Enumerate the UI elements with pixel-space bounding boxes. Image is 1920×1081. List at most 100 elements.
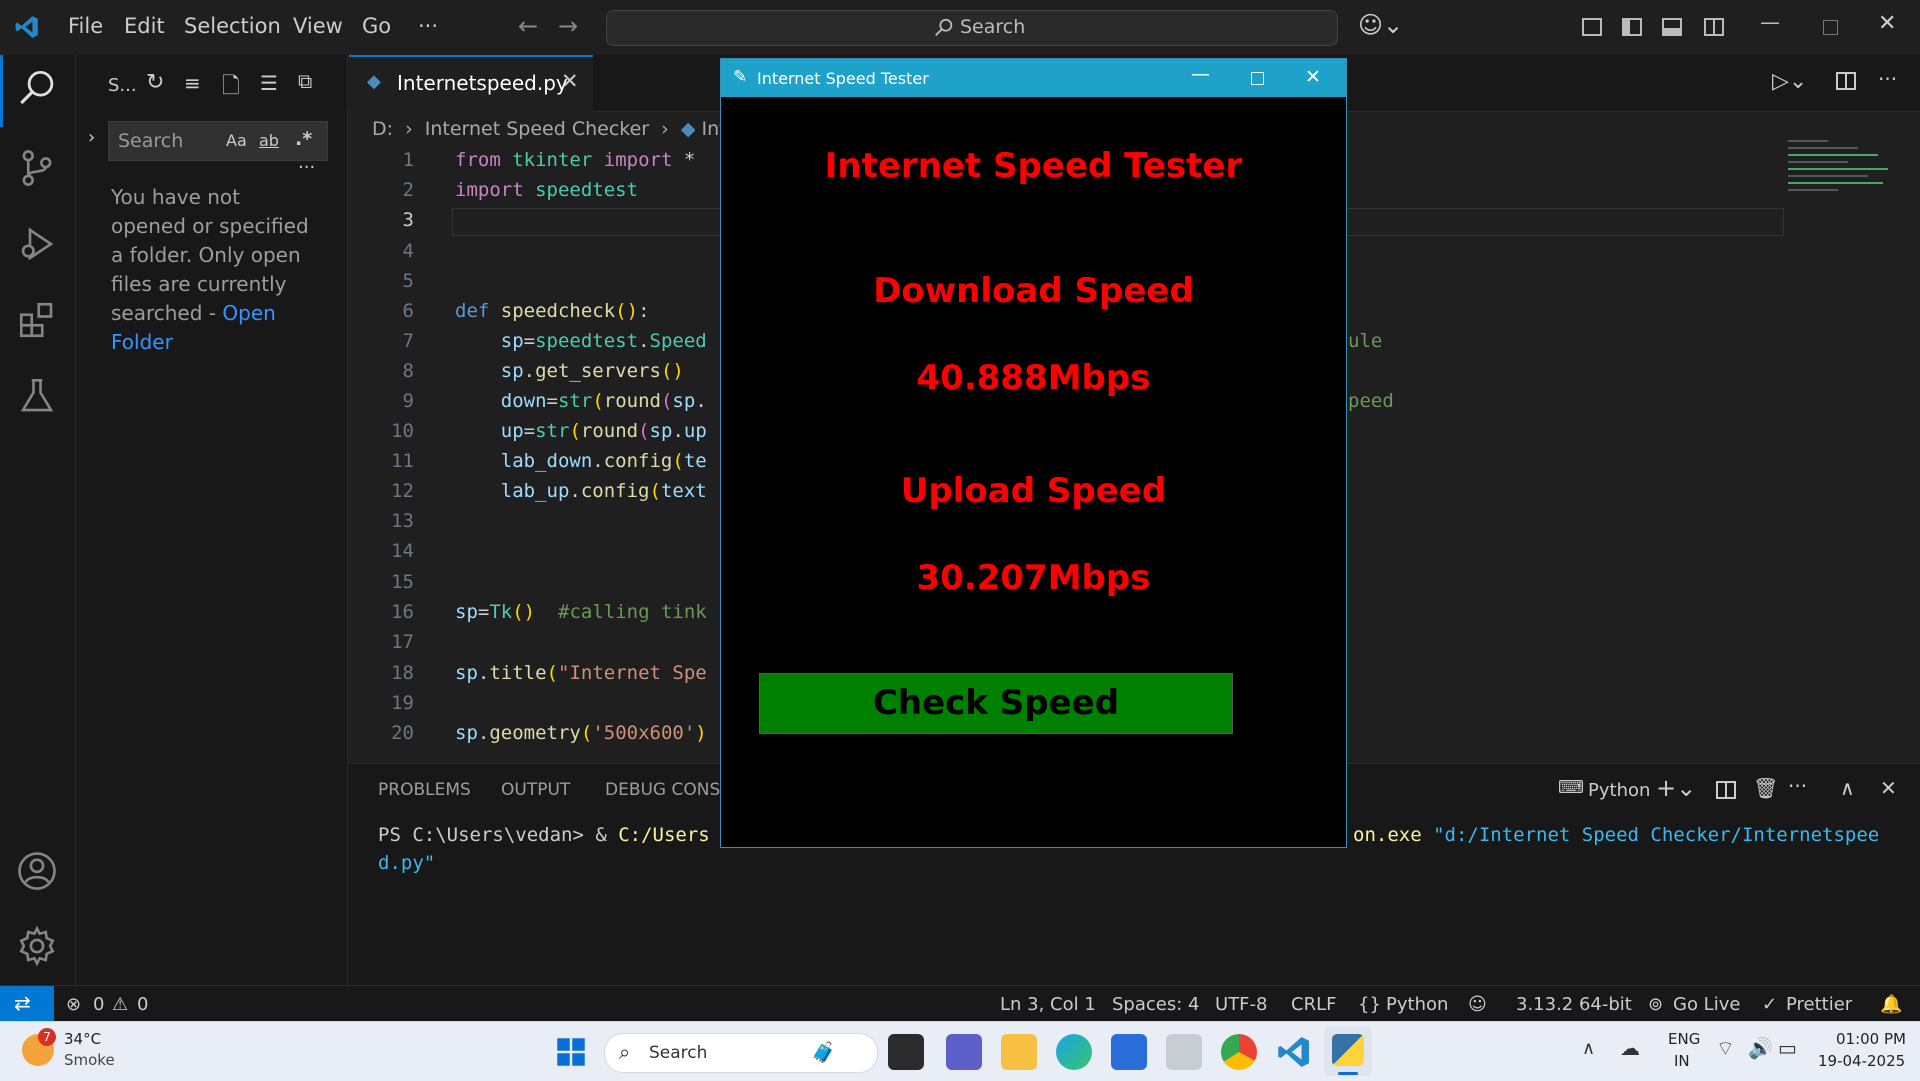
code-fragment-line7[interactable]: ule: [1348, 330, 1382, 352]
more-options-icon[interactable]: ···: [298, 157, 315, 178]
language-code[interactable]: ENG: [1668, 1030, 1700, 1048]
code-line-10[interactable]: up=str(round(sp.up: [455, 420, 707, 442]
toggle-replace-chevron-icon[interactable]: ›: [88, 127, 95, 148]
errors-icon[interactable]: ⊗: [66, 994, 81, 1015]
minimize-icon[interactable]: —: [1760, 10, 1780, 34]
code-line-18[interactable]: sp.title("Internet Spe: [455, 662, 707, 684]
code-line-12[interactable]: lab_up.config(text: [455, 480, 707, 502]
split-terminal-icon[interactable]: [1716, 781, 1736, 799]
code-line-9[interactable]: down=str(round(sp.: [455, 390, 707, 412]
forward-arrow-icon[interactable]: →: [558, 12, 578, 40]
tk-close-icon[interactable]: ✕: [1305, 66, 1321, 88]
use-regex-icon[interactable]: .*: [295, 128, 312, 150]
menu-file[interactable]: File: [68, 14, 103, 38]
source-control-icon[interactable]: [16, 147, 58, 189]
more-actions-icon[interactable]: ···: [1788, 774, 1807, 798]
search-view-icon[interactable]: [16, 68, 58, 110]
microsoft-store-icon[interactable]: [1111, 1034, 1147, 1070]
testing-flask-icon[interactable]: [16, 375, 58, 417]
code-line-20[interactable]: sp.geometry('500x600'): [455, 722, 707, 744]
warnings-icon[interactable]: ⚠: [112, 994, 128, 1015]
task-view-icon[interactable]: [888, 1034, 924, 1070]
panel-tab-debug-console[interactable]: DEBUG CONSO: [605, 780, 734, 800]
show-hidden-icons-chevron-icon[interactable]: ∧: [1582, 1038, 1595, 1059]
file-explorer-icon[interactable]: [1001, 1034, 1037, 1070]
tk-speed-tester-window[interactable]: ✎ Internet Speed Tester — ✕ Internet Spe…: [720, 58, 1347, 848]
code-fragment-line9[interactable]: peed: [1348, 390, 1394, 412]
toggle-panel-icon[interactable]: [1662, 18, 1682, 36]
new-search-editor-icon[interactable]: 🗋: [222, 69, 240, 107]
toggle-secondary-sidebar-icon[interactable]: [1704, 18, 1724, 36]
search-input[interactable]: Search Aa ab .*: [108, 121, 328, 161]
menu-go[interactable]: Go: [362, 14, 391, 38]
code-line-11[interactable]: lab_down.config(te: [455, 450, 707, 472]
line-ending[interactable]: CRLF: [1291, 994, 1336, 1015]
run-debug-icon[interactable]: [16, 223, 58, 265]
code-line-8[interactable]: sp.get_servers(): [455, 360, 684, 382]
refresh-icon[interactable]: ↻: [146, 70, 164, 95]
breadcrumb-folder[interactable]: Internet Speed Checker: [425, 118, 649, 140]
back-arrow-icon[interactable]: ←: [518, 12, 538, 40]
terminal-line-1[interactable]: PS C:\Users\vedan> & C:/Users: [378, 824, 710, 846]
indentation[interactable]: Spaces: 4: [1112, 994, 1199, 1015]
clock-date[interactable]: 19-04-2025: [1818, 1052, 1905, 1070]
run-python-file-icon[interactable]: ▷⌄: [1772, 69, 1807, 94]
close-panel-icon[interactable]: ✕: [1880, 776, 1897, 800]
prettier[interactable]: Prettier: [1786, 994, 1852, 1015]
battery-icon[interactable]: ▭: [1778, 1036, 1797, 1060]
toggle-sidebar-icon[interactable]: [1622, 18, 1642, 36]
close-tab-icon[interactable]: ✕: [561, 69, 579, 93]
command-center-search[interactable]: Search: [606, 10, 1338, 46]
panel-tab-output[interactable]: OUTPUT: [501, 780, 570, 800]
weather-temp[interactable]: 34°C: [64, 1030, 101, 1048]
account-icon[interactable]: [16, 850, 58, 892]
language-mode[interactable]: Python: [1386, 994, 1448, 1015]
copilot-icon[interactable]: ☺⌄: [1358, 11, 1403, 39]
check-speed-button[interactable]: Check Speed: [759, 673, 1233, 734]
restore-icon[interactable]: [1823, 20, 1838, 35]
kill-terminal-icon[interactable]: 🗑: [1753, 776, 1778, 800]
go-live[interactable]: Go Live: [1673, 994, 1740, 1015]
warnings-count[interactable]: 0: [137, 994, 148, 1015]
more-actions-icon[interactable]: ···: [1878, 67, 1897, 91]
python-tk-taskbar-item[interactable]: [1324, 1026, 1372, 1076]
terminal-line-1-rest[interactable]: on.exe "d:/Internet Speed Checker/Intern…: [1353, 824, 1879, 846]
settings-gear-icon[interactable]: [16, 925, 58, 967]
menu-selection[interactable]: Selection: [184, 14, 281, 38]
edge-browser-icon[interactable]: [1056, 1034, 1092, 1070]
cursor-position[interactable]: Ln 3, Col 1: [1000, 994, 1096, 1015]
code-line-16[interactable]: sp=Tk() #calling tink: [455, 601, 707, 623]
breadcrumb-drive[interactable]: D:: [372, 118, 393, 140]
taskbar-search[interactable]: ⌕ Search 🧳: [604, 1033, 878, 1073]
copilot-status-icon[interactable]: ☺: [1468, 994, 1487, 1015]
match-case-icon[interactable]: Aa: [226, 131, 247, 150]
tab-internetspeed-py[interactable]: ◆ Internetspeed.py ✕: [349, 55, 593, 112]
close-window-icon[interactable]: ✕: [1878, 11, 1896, 36]
panel-tab-problems[interactable]: PROBLEMS: [378, 780, 471, 800]
network-error-icon[interactable]: ☁: [1620, 1036, 1640, 1060]
teams-icon[interactable]: [946, 1034, 982, 1070]
tk-maximize-icon[interactable]: [1251, 72, 1264, 85]
new-terminal-icon[interactable]: +⌄: [1656, 774, 1696, 802]
code-line-1[interactable]: from tkinter import *: [455, 149, 695, 171]
split-editor-icon[interactable]: [1836, 72, 1856, 90]
remote-indicator[interactable]: ⇄: [0, 986, 54, 1022]
tk-minimize-icon[interactable]: —: [1191, 63, 1210, 85]
notifications-bell-icon[interactable]: 🔔: [1880, 994, 1902, 1015]
vscode-taskbar-icon[interactable]: [1276, 1034, 1312, 1070]
code-line-2[interactable]: import speedtest: [455, 179, 638, 201]
code-line-7[interactable]: sp=speedtest.Speed: [455, 330, 707, 352]
errors-count[interactable]: 0: [93, 994, 104, 1015]
language-region[interactable]: IN: [1674, 1052, 1690, 1070]
clock-time[interactable]: 01:00 PM: [1836, 1030, 1906, 1048]
chrome-icon[interactable]: [1221, 1034, 1257, 1070]
menu-edit[interactable]: Edit: [124, 14, 165, 38]
terminal-line-2[interactable]: d.py": [378, 852, 435, 874]
maximize-panel-icon[interactable]: ∧: [1840, 776, 1855, 800]
encoding[interactable]: UTF-8: [1215, 994, 1267, 1015]
code-line-6[interactable]: def speedcheck():: [455, 300, 650, 322]
collapse-all-icon[interactable]: ⧉: [298, 69, 312, 93]
app-icon[interactable]: [1166, 1034, 1202, 1070]
volume-icon[interactable]: 🔊: [1748, 1036, 1773, 1060]
menu-view[interactable]: View: [293, 14, 343, 38]
